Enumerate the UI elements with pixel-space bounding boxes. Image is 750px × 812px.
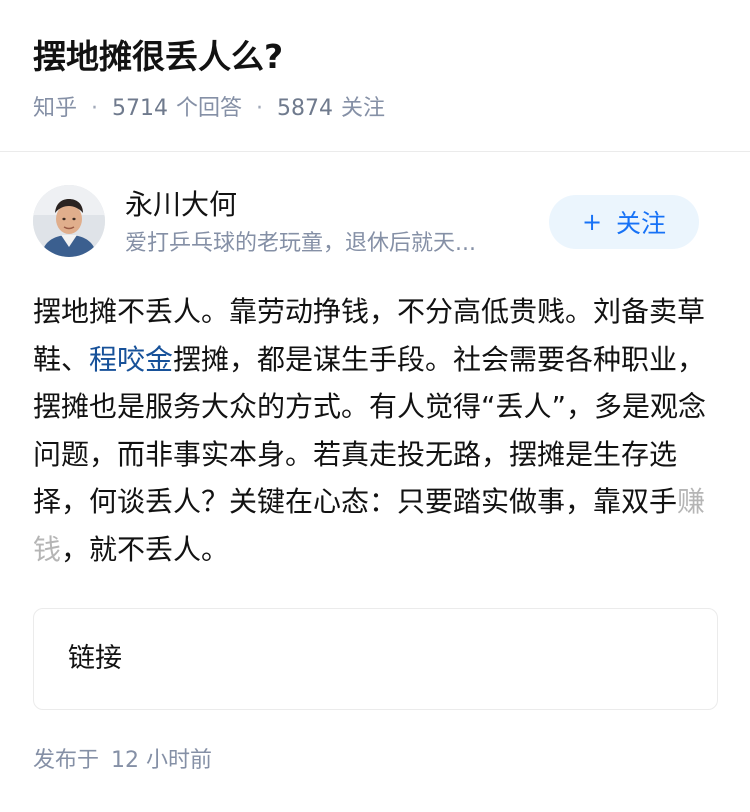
follow-count: 5874 bbox=[277, 96, 334, 121]
follow-count-label: 关注 bbox=[341, 96, 386, 121]
separator-dot: · bbox=[256, 96, 264, 121]
question-header: 摆地摊很丢人么? 知乎 · 5714 个回答 · 5874 关注 bbox=[0, 0, 750, 152]
answer-count: 5714 bbox=[112, 96, 169, 121]
avatar[interactable] bbox=[33, 185, 105, 257]
author-row: 永川大何 爱打乒乓球的老玩童，退休后就天... + 关注 bbox=[33, 185, 718, 259]
author-bio: 爱打乒乓球的老玩童，退休后就天... bbox=[125, 231, 476, 256]
answer-inline-link[interactable]: 程咬金 bbox=[89, 343, 173, 376]
link-card[interactable]: 链接 bbox=[33, 608, 718, 710]
source-label[interactable]: 知乎 bbox=[33, 94, 77, 124]
publish-time: 12 小时前 bbox=[111, 748, 213, 773]
question-title[interactable]: 摆地摊很丢人么? bbox=[33, 34, 283, 80]
separator-dot: · bbox=[91, 96, 99, 121]
answer-text: ，就不丢人。 bbox=[61, 532, 230, 566]
avatar-portrait-image bbox=[33, 185, 105, 257]
answer-body: 摆地摊不丢人。靠劳动挣钱，不分高低贵贱。刘备卖草鞋、程咬金摆摊，都是谋生手段。社… bbox=[33, 288, 723, 573]
publish-info: 发布于 12 小时前 bbox=[33, 746, 212, 776]
follow-button-label: 关注 bbox=[616, 209, 667, 238]
answer-count-label: 个回答 bbox=[176, 96, 243, 121]
author-name[interactable]: 永川大何 bbox=[125, 187, 237, 223]
follow-button[interactable]: + 关注 bbox=[549, 195, 699, 249]
publish-prefix: 发布于 bbox=[33, 748, 100, 773]
question-meta: 知乎 · 5714 个回答 · 5874 关注 bbox=[33, 94, 385, 124]
link-card-label: 链接 bbox=[68, 643, 122, 674]
plus-icon: + bbox=[581, 208, 603, 236]
